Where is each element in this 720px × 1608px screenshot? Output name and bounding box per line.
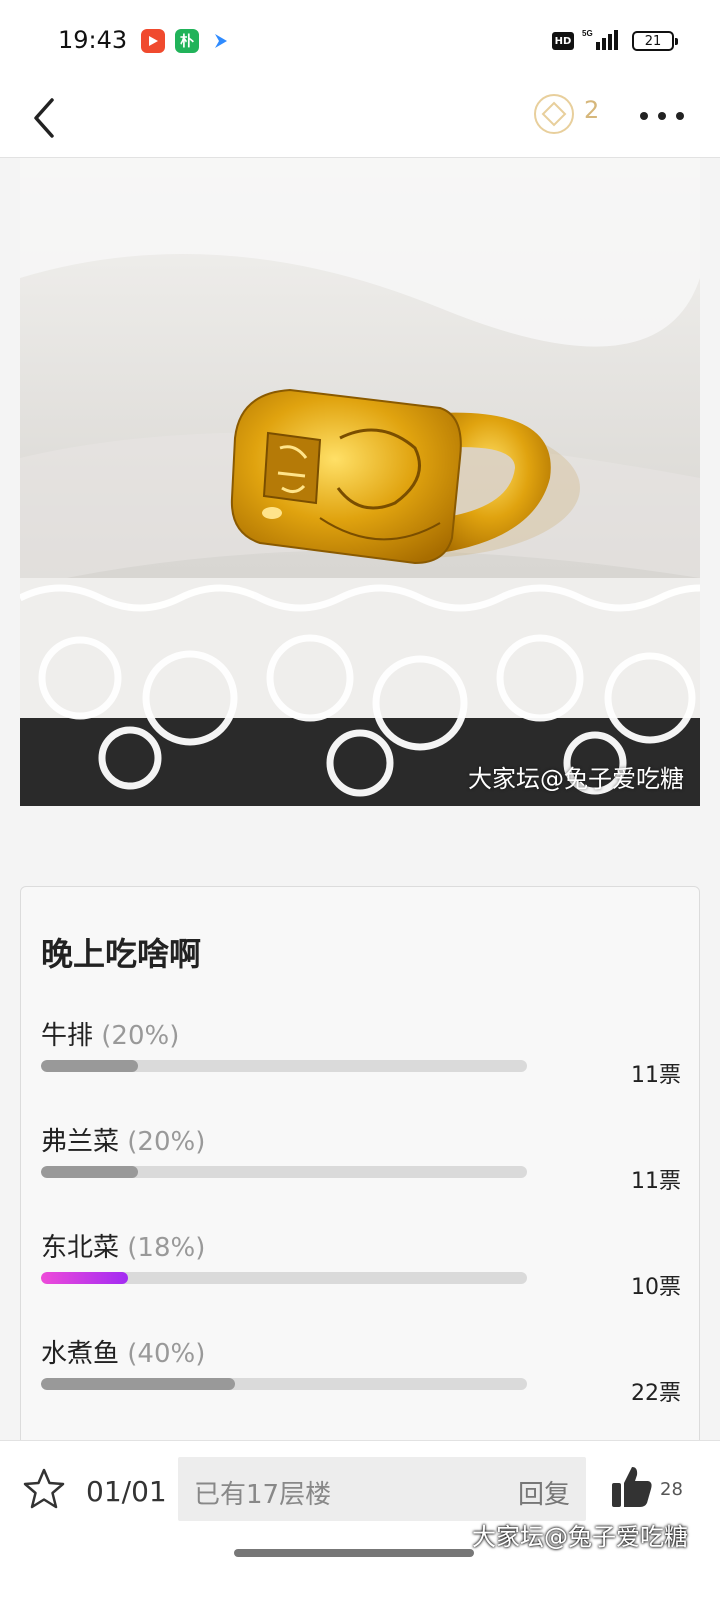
poll-option-label: 水煮鱼 (40%) xyxy=(41,1333,205,1370)
poll-option-label: 东北菜 (18%) xyxy=(41,1227,205,1264)
bottom-action-bar: 01/01 已有17层楼 回复 28 大家坛@兔子爱吃糖 xyxy=(0,1440,720,1608)
footer-watermark: 大家坛@兔子爱吃糖 xyxy=(472,1523,688,1551)
poll-option[interactable]: 水煮鱼 (40%) 22票 xyxy=(41,1333,681,1413)
coin-icon[interactable] xyxy=(534,94,574,134)
like-button[interactable] xyxy=(610,1463,654,1511)
poll-option-label: 弗兰菜 (20%) xyxy=(41,1121,205,1158)
arrow-app-icon xyxy=(209,29,233,53)
more-dot-icon xyxy=(658,112,666,120)
status-bar: 19:43 朴 HD 5G 21 xyxy=(0,0,720,80)
poll-option-percent: (20%) xyxy=(127,1127,206,1157)
poll-progress-fill xyxy=(41,1060,139,1072)
back-button[interactable] xyxy=(28,94,76,142)
home-indicator[interactable] xyxy=(234,1549,474,1557)
reply-placeholder: 已有17层楼 xyxy=(194,1480,332,1510)
poll-progress-track xyxy=(41,1060,527,1072)
poll-option-percent: (40%) xyxy=(127,1339,206,1369)
reply-button[interactable]: 回复 xyxy=(518,1474,570,1511)
poll-option[interactable]: 东北菜 (18%) 10票 xyxy=(41,1227,681,1307)
reply-input[interactable]: 已有17层楼 回复 xyxy=(178,1457,586,1521)
video-app-icon xyxy=(141,29,165,53)
thumbs-up-icon xyxy=(612,1467,652,1507)
hd-badge: HD xyxy=(552,32,574,50)
poll-option-votes: 11票 xyxy=(631,1063,681,1088)
poll-progress-fill xyxy=(41,1378,236,1390)
status-time: 19:43 xyxy=(58,26,128,54)
poll-option-votes: 11票 xyxy=(631,1169,681,1194)
poll-card: 晚上吃啥啊 牛排 (20%) 11票 弗兰菜 (20%) 11票 东北菜 (18… xyxy=(20,886,700,1486)
coin-count: 2 xyxy=(584,96,600,124)
poll-option-name: 东北菜 xyxy=(41,1233,120,1263)
post-content: 大家坛@兔子爱吃糖 晚上吃啥啊 牛排 (20%) 11票 弗兰菜 (20%) 1… xyxy=(0,158,720,1486)
pinduoduo-icon: 朴 xyxy=(175,29,199,53)
top-navigation-bar: 2 xyxy=(0,80,720,158)
poll-progress-track xyxy=(41,1378,527,1390)
more-dot-icon xyxy=(676,112,684,120)
poll-progress-fill xyxy=(41,1166,139,1178)
poll-option[interactable]: 弗兰菜 (20%) 11票 xyxy=(41,1121,681,1201)
svg-text:5G: 5G xyxy=(582,29,593,38)
signal-icon: 5G xyxy=(582,28,622,52)
star-icon xyxy=(23,1468,65,1509)
poll-progress-track xyxy=(41,1166,527,1178)
gold-ring-photo xyxy=(20,158,700,806)
poll-progress-track xyxy=(41,1272,527,1284)
poll-option-votes: 22票 xyxy=(631,1381,681,1406)
more-dot-icon xyxy=(640,112,648,120)
post-image[interactable]: 大家坛@兔子爱吃糖 xyxy=(20,158,700,806)
image-watermark: 大家坛@兔子爱吃糖 xyxy=(468,765,684,793)
poll-option-votes: 10票 xyxy=(631,1275,681,1300)
poll-option[interactable]: 牛排 (20%) 11票 xyxy=(41,1015,681,1095)
poll-option-percent: (18%) xyxy=(127,1233,206,1263)
poll-option-label: 牛排 (20%) xyxy=(41,1015,179,1052)
more-options-button[interactable] xyxy=(640,98,684,134)
poll-option-name: 弗兰菜 xyxy=(41,1127,120,1157)
poll-option-percent: (20%) xyxy=(101,1021,180,1051)
back-arrow-icon xyxy=(34,98,54,138)
battery-icon: 21 xyxy=(632,31,678,51)
favorite-button[interactable] xyxy=(22,1467,66,1511)
page-indicator[interactable]: 01/01 xyxy=(86,1475,167,1508)
poll-option-name: 水煮鱼 xyxy=(41,1339,120,1369)
poll-option-name: 牛排 xyxy=(41,1021,94,1051)
poll-progress-fill xyxy=(41,1272,129,1284)
poll-title: 晚上吃啥啊 xyxy=(41,935,202,973)
like-count: 28 xyxy=(660,1479,683,1500)
